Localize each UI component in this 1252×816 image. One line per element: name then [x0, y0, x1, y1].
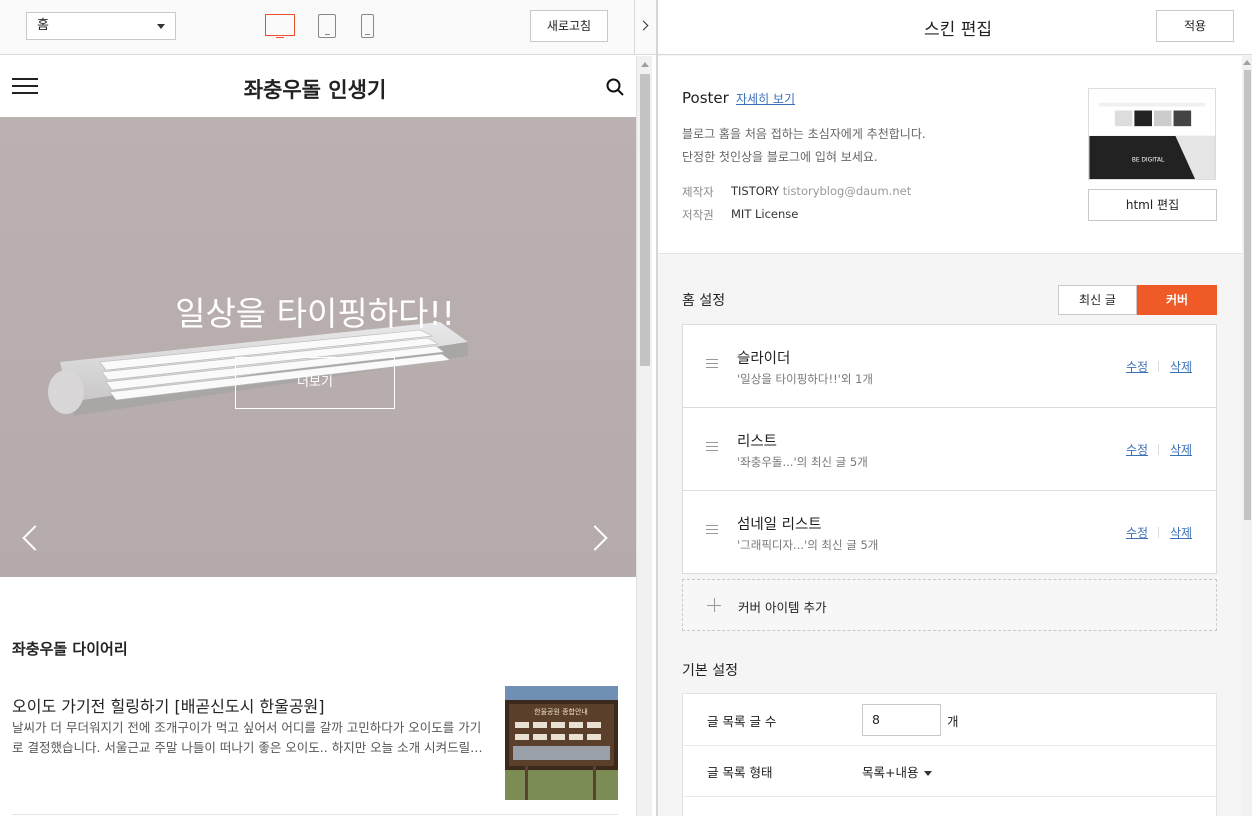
maker-label: 제작자 — [682, 185, 714, 199]
editor-header: 스킨 편집 적용 — [658, 0, 1252, 55]
desktop-icon[interactable] — [265, 14, 295, 38]
license-value: MIT License — [731, 207, 799, 221]
skin-detail-link[interactable]: 자세히 보기 — [736, 90, 795, 107]
more-button[interactable]: 더보기 — [235, 357, 395, 409]
blog-header: 좌충우돌 인생기 — [0, 56, 636, 118]
blog-preview: 좌충우돌 인생기 일상을 타이핑하다!! 더보기 좌충우돌 다이어리 오이도 가… — [0, 56, 636, 816]
skin-description: 블로그 홈을 처음 접하는 초심자에게 추천합니다. — [682, 127, 926, 141]
mobile-icon[interactable] — [361, 14, 374, 38]
edit-link[interactable]: 수정 — [1126, 441, 1148, 458]
hero-title: 일상을 타이핑하다!! — [175, 294, 455, 333]
page-select-value: 홈 — [37, 18, 49, 33]
collapse-panel-button[interactable] — [634, 0, 656, 55]
chevron-right-icon[interactable] — [582, 525, 608, 551]
tab-cover[interactable]: 커버 — [1137, 285, 1217, 315]
skin-thumb-text: BE DIGITAL — [1132, 157, 1165, 163]
cover-item-sub: '좌충우돌...'의 최신 글 5개 — [737, 455, 868, 469]
basic-settings-label: 기본 설정 — [682, 663, 738, 679]
drag-handle-icon[interactable] — [706, 442, 718, 454]
post-count-label: 글 목록 글 수 — [707, 714, 777, 729]
separator — [1158, 361, 1159, 372]
cover-item[interactable]: 리스트 '좌충우돌...'의 최신 글 5개 수정 삭제 — [682, 407, 1217, 491]
drag-handle-icon[interactable] — [706, 525, 718, 537]
section-title: 좌충우돌 다이어리 — [12, 640, 128, 658]
delete-link[interactable]: 삭제 — [1170, 524, 1192, 541]
refresh-button[interactable]: 새로고침 — [530, 10, 608, 42]
cover-item-title: 슬라이더 — [737, 351, 791, 367]
scroll-up-icon[interactable] — [641, 62, 649, 67]
add-cover-item-label: 커버 아이템 추가 — [738, 600, 827, 615]
skin-thumbnail: BE DIGITAL — [1088, 88, 1216, 180]
apply-button[interactable]: 적용 — [1156, 10, 1234, 42]
preview-scrollbar[interactable] — [636, 56, 652, 816]
separator — [1158, 444, 1159, 455]
divider — [12, 814, 618, 815]
editor-scrollbar[interactable] — [1242, 56, 1252, 816]
edit-link[interactable]: 수정 — [1126, 358, 1148, 375]
post-count-unit: 개 — [947, 714, 959, 729]
post-format-select[interactable]: 목록+내용 — [862, 762, 933, 781]
skin-name: Poster — [682, 89, 729, 107]
editor-pane: 스킨 편집 적용 Poster 자세히 보기 블로그 홈을 처음 접하는 초심자… — [658, 0, 1252, 816]
drag-handle-icon[interactable] — [706, 359, 718, 371]
plus-icon — [707, 598, 721, 612]
preview-toolbar: 홈 새로고침 — [0, 0, 635, 55]
post-excerpt: 날씨가 더 무더워지기 전에 조개구이가 먹고 싶어서 어디를 갈까 고민하다가… — [12, 720, 483, 755]
edit-link[interactable]: 수정 — [1126, 524, 1148, 541]
scrollbar-thumb[interactable] — [640, 74, 650, 366]
page-select[interactable]: 홈 — [26, 12, 176, 40]
chevron-left-icon[interactable] — [22, 525, 48, 551]
blog-title[interactable]: 좌충우돌 인생기 — [0, 74, 630, 104]
delete-link[interactable]: 삭제 — [1170, 358, 1192, 375]
html-edit-button[interactable]: html 편집 — [1088, 189, 1217, 221]
post-format-value: 목록+내용 — [862, 765, 919, 780]
cover-item-title: 섬네일 리스트 — [737, 517, 822, 533]
post-format-label: 글 목록 형태 — [707, 765, 773, 780]
divider — [683, 796, 1216, 797]
search-icon[interactable] — [606, 78, 624, 96]
scroll-up-icon[interactable] — [1243, 60, 1251, 65]
add-cover-item-button[interactable]: 커버 아이템 추가 — [682, 579, 1217, 631]
cover-item[interactable]: 섬네일 리스트 '그래픽디자...'의 최신 글 5개 수정 삭제 — [682, 490, 1217, 574]
chevron-right-icon — [638, 20, 649, 31]
maker-value: TISTORY tistoryblog@daum.net — [731, 184, 911, 198]
divider — [683, 745, 1216, 746]
post-title[interactable]: 오이도 가기전 힐링하기 [배곧신도시 한울공원] — [12, 693, 325, 717]
maker-name: TISTORY — [731, 184, 780, 198]
separator — [1158, 527, 1159, 538]
maker-email: tistoryblog@daum.net — [782, 184, 912, 198]
tab-recent-posts[interactable]: 최신 글 — [1058, 285, 1137, 315]
chevron-down-icon — [157, 24, 165, 29]
home-settings-label: 홈 설정 — [682, 293, 726, 309]
cover-item-title: 리스트 — [737, 434, 778, 450]
skin-info: Poster 자세히 보기 블로그 홈을 처음 접하는 초심자에게 추천합니다.… — [658, 56, 1242, 254]
cover-item-sub: '일상을 타이핑하다!!'외 1개 — [737, 372, 873, 386]
cover-item[interactable]: 슬라이더 '일상을 타이핑하다!!'외 1개 수정 삭제 — [682, 324, 1217, 408]
delete-link[interactable]: 삭제 — [1170, 441, 1192, 458]
hero-slider: 일상을 타이핑하다!! 더보기 — [0, 117, 636, 577]
skin-description: 단정한 첫인상을 블로그에 입혀 보세요. — [682, 150, 878, 164]
cover-item-sub: '그래픽디자...'의 최신 글 5개 — [737, 538, 879, 552]
basic-settings: 글 목록 글 수 8 개 글 목록 형태 목록+내용 — [682, 693, 1217, 816]
chevron-down-icon — [924, 771, 933, 776]
license-label: 저작권 — [682, 208, 714, 222]
tablet-icon[interactable] — [318, 14, 336, 38]
post-count-input[interactable]: 8 — [862, 704, 941, 736]
thumb-sign-text: 한울공원 종합안내 — [534, 707, 588, 716]
post-thumbnail[interactable]: 한울공원 종합안내 — [505, 686, 618, 800]
preview-pane: 홈 새로고침 좌충우돌 인생기 일상을 타이핑하다!! 더보기 좌충우돌 다이어… — [0, 0, 652, 816]
scrollbar-thumb[interactable] — [1244, 70, 1251, 520]
